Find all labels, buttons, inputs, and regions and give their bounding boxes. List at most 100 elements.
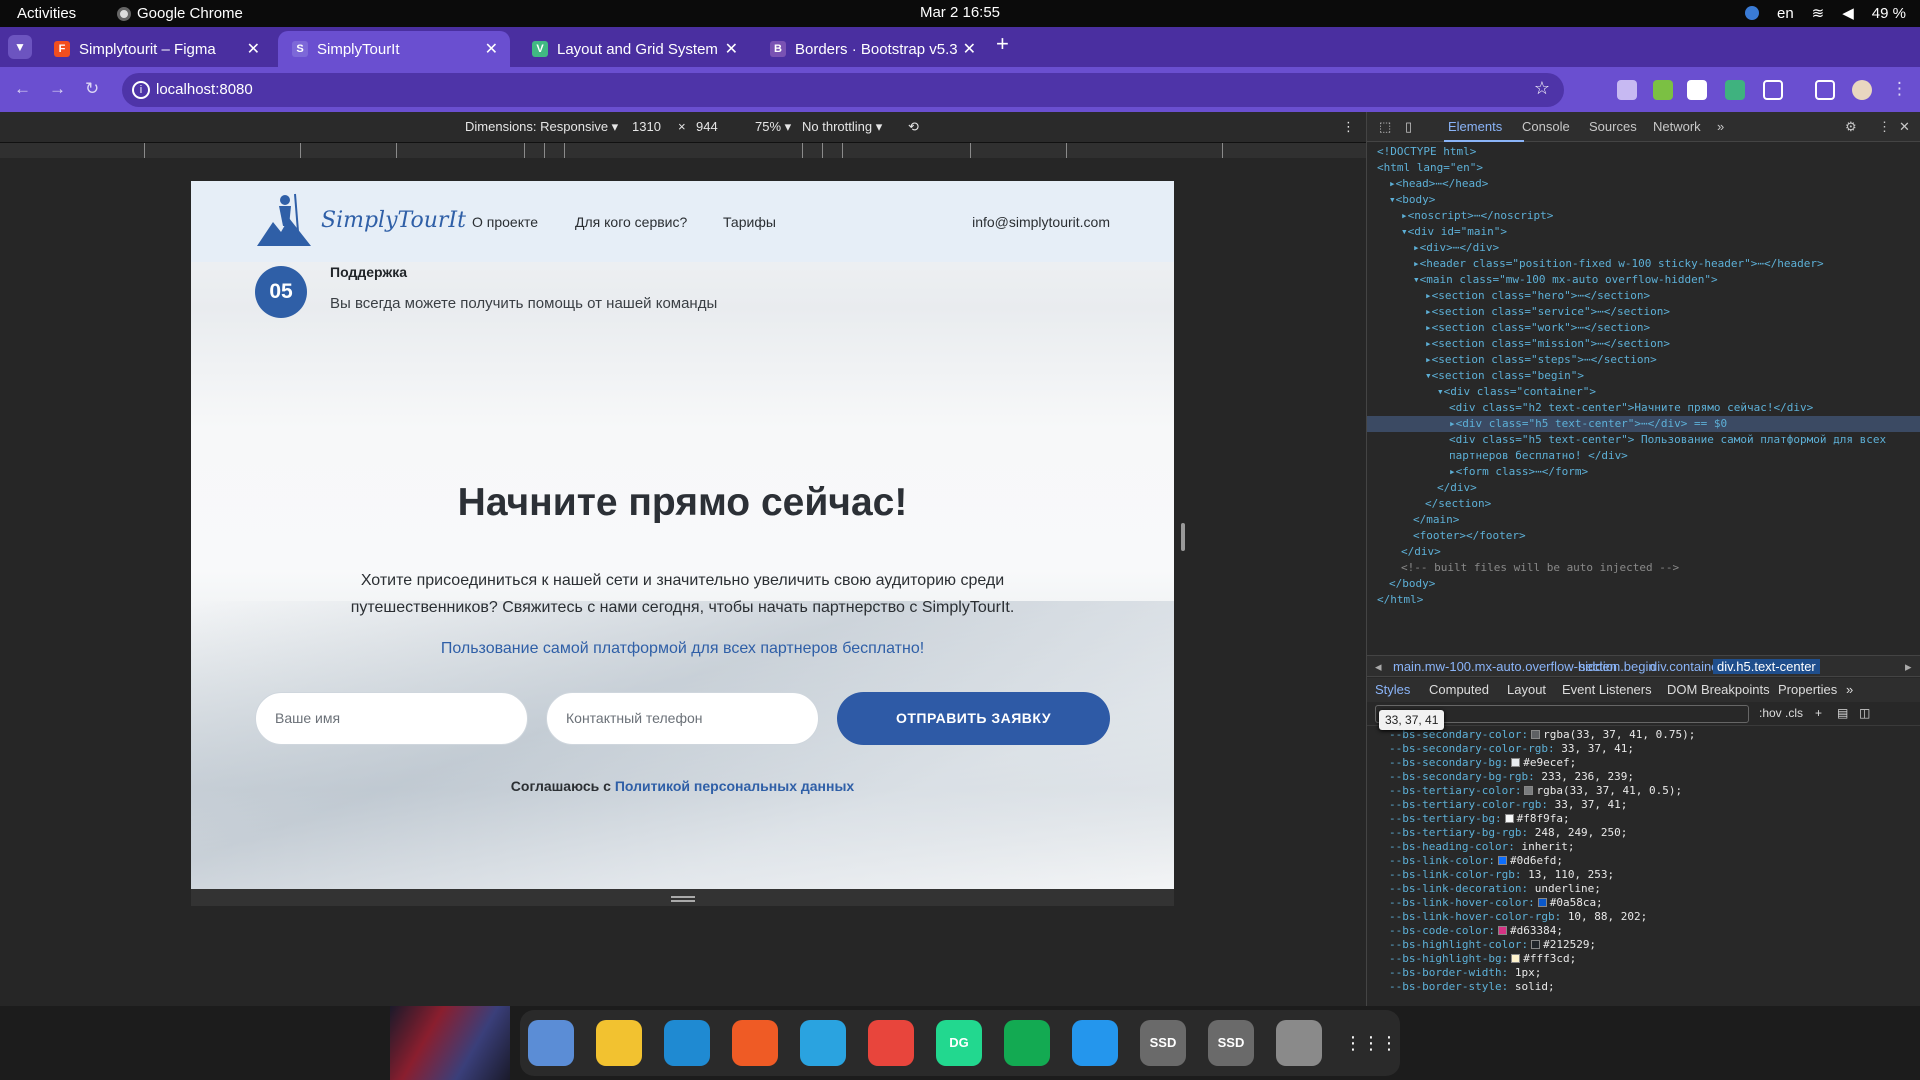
device-toggle-icon[interactable]: ▯	[1405, 119, 1412, 135]
contact-email-link[interactable]: info@simplytourit.com	[972, 214, 1110, 230]
css-variable-row[interactable]: --bs-link-color-rgb: 13, 110, 253;	[1389, 868, 1614, 882]
profile-avatar[interactable]	[1852, 80, 1872, 100]
breadcrumb-item[interactable]: section.begin	[1579, 659, 1656, 674]
forward-icon[interactable]: →	[49, 79, 66, 99]
side-panel-icon[interactable]	[1815, 80, 1835, 100]
dom-node[interactable]: </html>	[1367, 592, 1423, 608]
dom-node[interactable]: <footer></footer>	[1367, 528, 1526, 544]
docker-icon[interactable]	[1072, 1020, 1118, 1066]
css-variable-row[interactable]: --bs-border-width: 1px;	[1389, 966, 1541, 980]
media-query-ruler[interactable]	[0, 142, 1366, 159]
close-devtools-icon[interactable]: ✕	[1899, 119, 1910, 135]
dom-node[interactable]: ▸<head>⋯</head>	[1367, 176, 1488, 192]
chrome-menu-icon[interactable]: ⋮	[1891, 79, 1908, 99]
new-tab-button[interactable]: +	[996, 31, 1009, 57]
tab-elements[interactable]: Elements	[1448, 119, 1502, 134]
dom-node[interactable]: ▸<section class="mission">⋯</section>	[1367, 336, 1670, 352]
color-swatch[interactable]	[1497, 856, 1507, 865]
tab-network[interactable]: Network	[1653, 119, 1701, 134]
dom-node[interactable]: ▸<section class="service">⋯</section>	[1367, 304, 1670, 320]
dom-node[interactable]: ▸<div class="h5 text-center">⋯</div> == …	[1367, 416, 1920, 432]
browser-tab[interactable]: V Layout and Grid System ✕	[518, 31, 750, 67]
logo-hiker-icon[interactable]	[255, 192, 313, 248]
zoom-select[interactable]: 75% ▾	[755, 119, 791, 135]
more-options-icon[interactable]: ⋮	[1342, 119, 1355, 135]
css-variable-row[interactable]: --bs-highlight-bg: #fff3cd;	[1389, 952, 1576, 966]
extension-icon[interactable]	[1617, 80, 1637, 100]
tab-dom-breakpoints[interactable]: DOM Breakpoints	[1667, 682, 1770, 697]
dom-node[interactable]: ▾<body>	[1367, 192, 1435, 208]
css-variable-row[interactable]: --bs-tertiary-bg-rgb: 248, 249, 250;	[1389, 826, 1627, 840]
nav-link-about[interactable]: О проекте	[472, 214, 538, 230]
css-variable-row[interactable]: --bs-tertiary-bg: #f8f9fa;	[1389, 812, 1570, 826]
phone-input[interactable]: Контактный телефон	[546, 692, 819, 745]
language-indicator[interactable]: en	[1777, 5, 1794, 22]
tab-event-listeners[interactable]: Event Listeners	[1562, 682, 1652, 697]
ssd-drive-icon[interactable]: SSD	[1208, 1020, 1254, 1066]
dom-node[interactable]: ▸<section class="hero">⋯</section>	[1367, 288, 1650, 304]
chrome-icon[interactable]	[868, 1020, 914, 1066]
height-input[interactable]: 944	[696, 119, 718, 134]
css-variable-row[interactable]: --bs-secondary-bg-rgb: 233, 236, 239;	[1389, 770, 1634, 784]
address-bar[interactable]: i localhost:8080 ☆	[122, 73, 1564, 107]
activities-button[interactable]: Activities	[17, 5, 76, 22]
dom-node[interactable]: партнеров бесплатно! </div>	[1367, 448, 1628, 464]
dom-node[interactable]: ▾<main class="mw-100 mx-auto overflow-hi…	[1367, 272, 1718, 288]
dom-node[interactable]: ▸<header class="position-fixed w-100 sti…	[1367, 256, 1824, 272]
nav-link-for-whom[interactable]: Для кого сервис?	[575, 214, 687, 230]
right-resize-handle[interactable]	[1181, 523, 1185, 551]
css-variable-row[interactable]: --bs-code-color: #d63384;	[1389, 924, 1563, 938]
breadcrumb-scroll-right-icon[interactable]: ▸	[1905, 659, 1912, 675]
postman-icon[interactable]	[732, 1020, 778, 1066]
back-icon[interactable]: ←	[14, 79, 31, 99]
breadcrumb-item-current[interactable]: div.h5.text-center	[1713, 659, 1820, 674]
dom-node[interactable]: <div class="h5 text-center"> Пользование…	[1367, 432, 1886, 448]
vscode-icon[interactable]	[664, 1020, 710, 1066]
class-toggle[interactable]: .cls	[1785, 706, 1803, 720]
system-tray[interactable]: en ≋ ◀ 49 %	[1744, 4, 1906, 22]
bottom-resize-handle[interactable]	[191, 889, 1174, 906]
breadcrumb-scroll-left-icon[interactable]: ◂	[1375, 659, 1382, 675]
reload-icon[interactable]: ↻	[85, 79, 99, 99]
color-swatch[interactable]	[1511, 954, 1521, 963]
rotate-icon[interactable]: ⟲	[908, 119, 919, 135]
paint-icon[interactable]: ▤	[1837, 706, 1848, 720]
breadcrumb-item[interactable]: div.container	[1650, 659, 1723, 674]
tab-layout[interactable]: Layout	[1507, 682, 1546, 697]
ssd-drive-icon[interactable]: SSD	[1140, 1020, 1186, 1066]
inspect-element-icon[interactable]: ⬚	[1379, 119, 1391, 135]
dom-node[interactable]: ▾<section class="begin">	[1367, 368, 1584, 384]
css-variable-row[interactable]: --bs-secondary-color-rgb: 33, 37, 41;	[1389, 742, 1634, 756]
app-menu[interactable]: Google Chrome	[117, 5, 243, 22]
color-swatch[interactable]	[1537, 898, 1547, 907]
dom-node[interactable]: <div class="h2 text-center">Начните прям…	[1367, 400, 1813, 416]
dom-node[interactable]: ▸<section class="steps">⋯</section>	[1367, 352, 1657, 368]
vue-devtools-icon[interactable]	[1725, 80, 1745, 100]
hover-state-toggle[interactable]: :hov	[1759, 706, 1782, 720]
css-variable-row[interactable]: --bs-tertiary-color-rgb: 33, 37, 41;	[1389, 798, 1627, 812]
close-icon[interactable]: ✕	[725, 39, 738, 59]
css-variable-row[interactable]: --bs-link-decoration: underline;	[1389, 882, 1601, 896]
css-variable-row[interactable]: --bs-border-style: solid;	[1389, 980, 1555, 994]
trash-icon[interactable]	[1276, 1020, 1322, 1066]
dom-node[interactable]: </div>	[1367, 480, 1477, 496]
css-variable-row[interactable]: --bs-highlight-color: #212529;	[1389, 938, 1596, 952]
tab-console[interactable]: Console	[1522, 119, 1570, 134]
tab-computed[interactable]: Computed	[1429, 682, 1489, 697]
dom-node[interactable]: <!-- built files will be auto injected -…	[1367, 560, 1679, 576]
close-icon[interactable]: ✕	[247, 39, 260, 59]
css-variable-row[interactable]: --bs-heading-color: inherit;	[1389, 840, 1574, 854]
dom-node[interactable]: ▸<section class="work">⋯</section>	[1367, 320, 1650, 336]
tab-search-button[interactable]: ▼	[8, 35, 32, 59]
browser-tab[interactable]: B Borders · Bootstrap v5.3 ✕	[756, 31, 988, 67]
devtools-menu-icon[interactable]: ⋮	[1878, 119, 1891, 135]
tab-styles[interactable]: Styles	[1375, 682, 1410, 697]
more-tabs-icon[interactable]: »	[1717, 119, 1724, 134]
sidebar-toggle-icon[interactable]: ◫	[1859, 706, 1870, 720]
throttling-select[interactable]: No throttling ▾	[802, 119, 882, 135]
color-swatch[interactable]	[1531, 730, 1541, 739]
datagrip-icon[interactable]: DG	[936, 1020, 982, 1066]
more-panes-icon[interactable]: »	[1846, 682, 1853, 697]
new-rule-button[interactable]: +	[1815, 706, 1822, 720]
clock[interactable]: Mar 2 16:55	[0, 4, 1920, 21]
